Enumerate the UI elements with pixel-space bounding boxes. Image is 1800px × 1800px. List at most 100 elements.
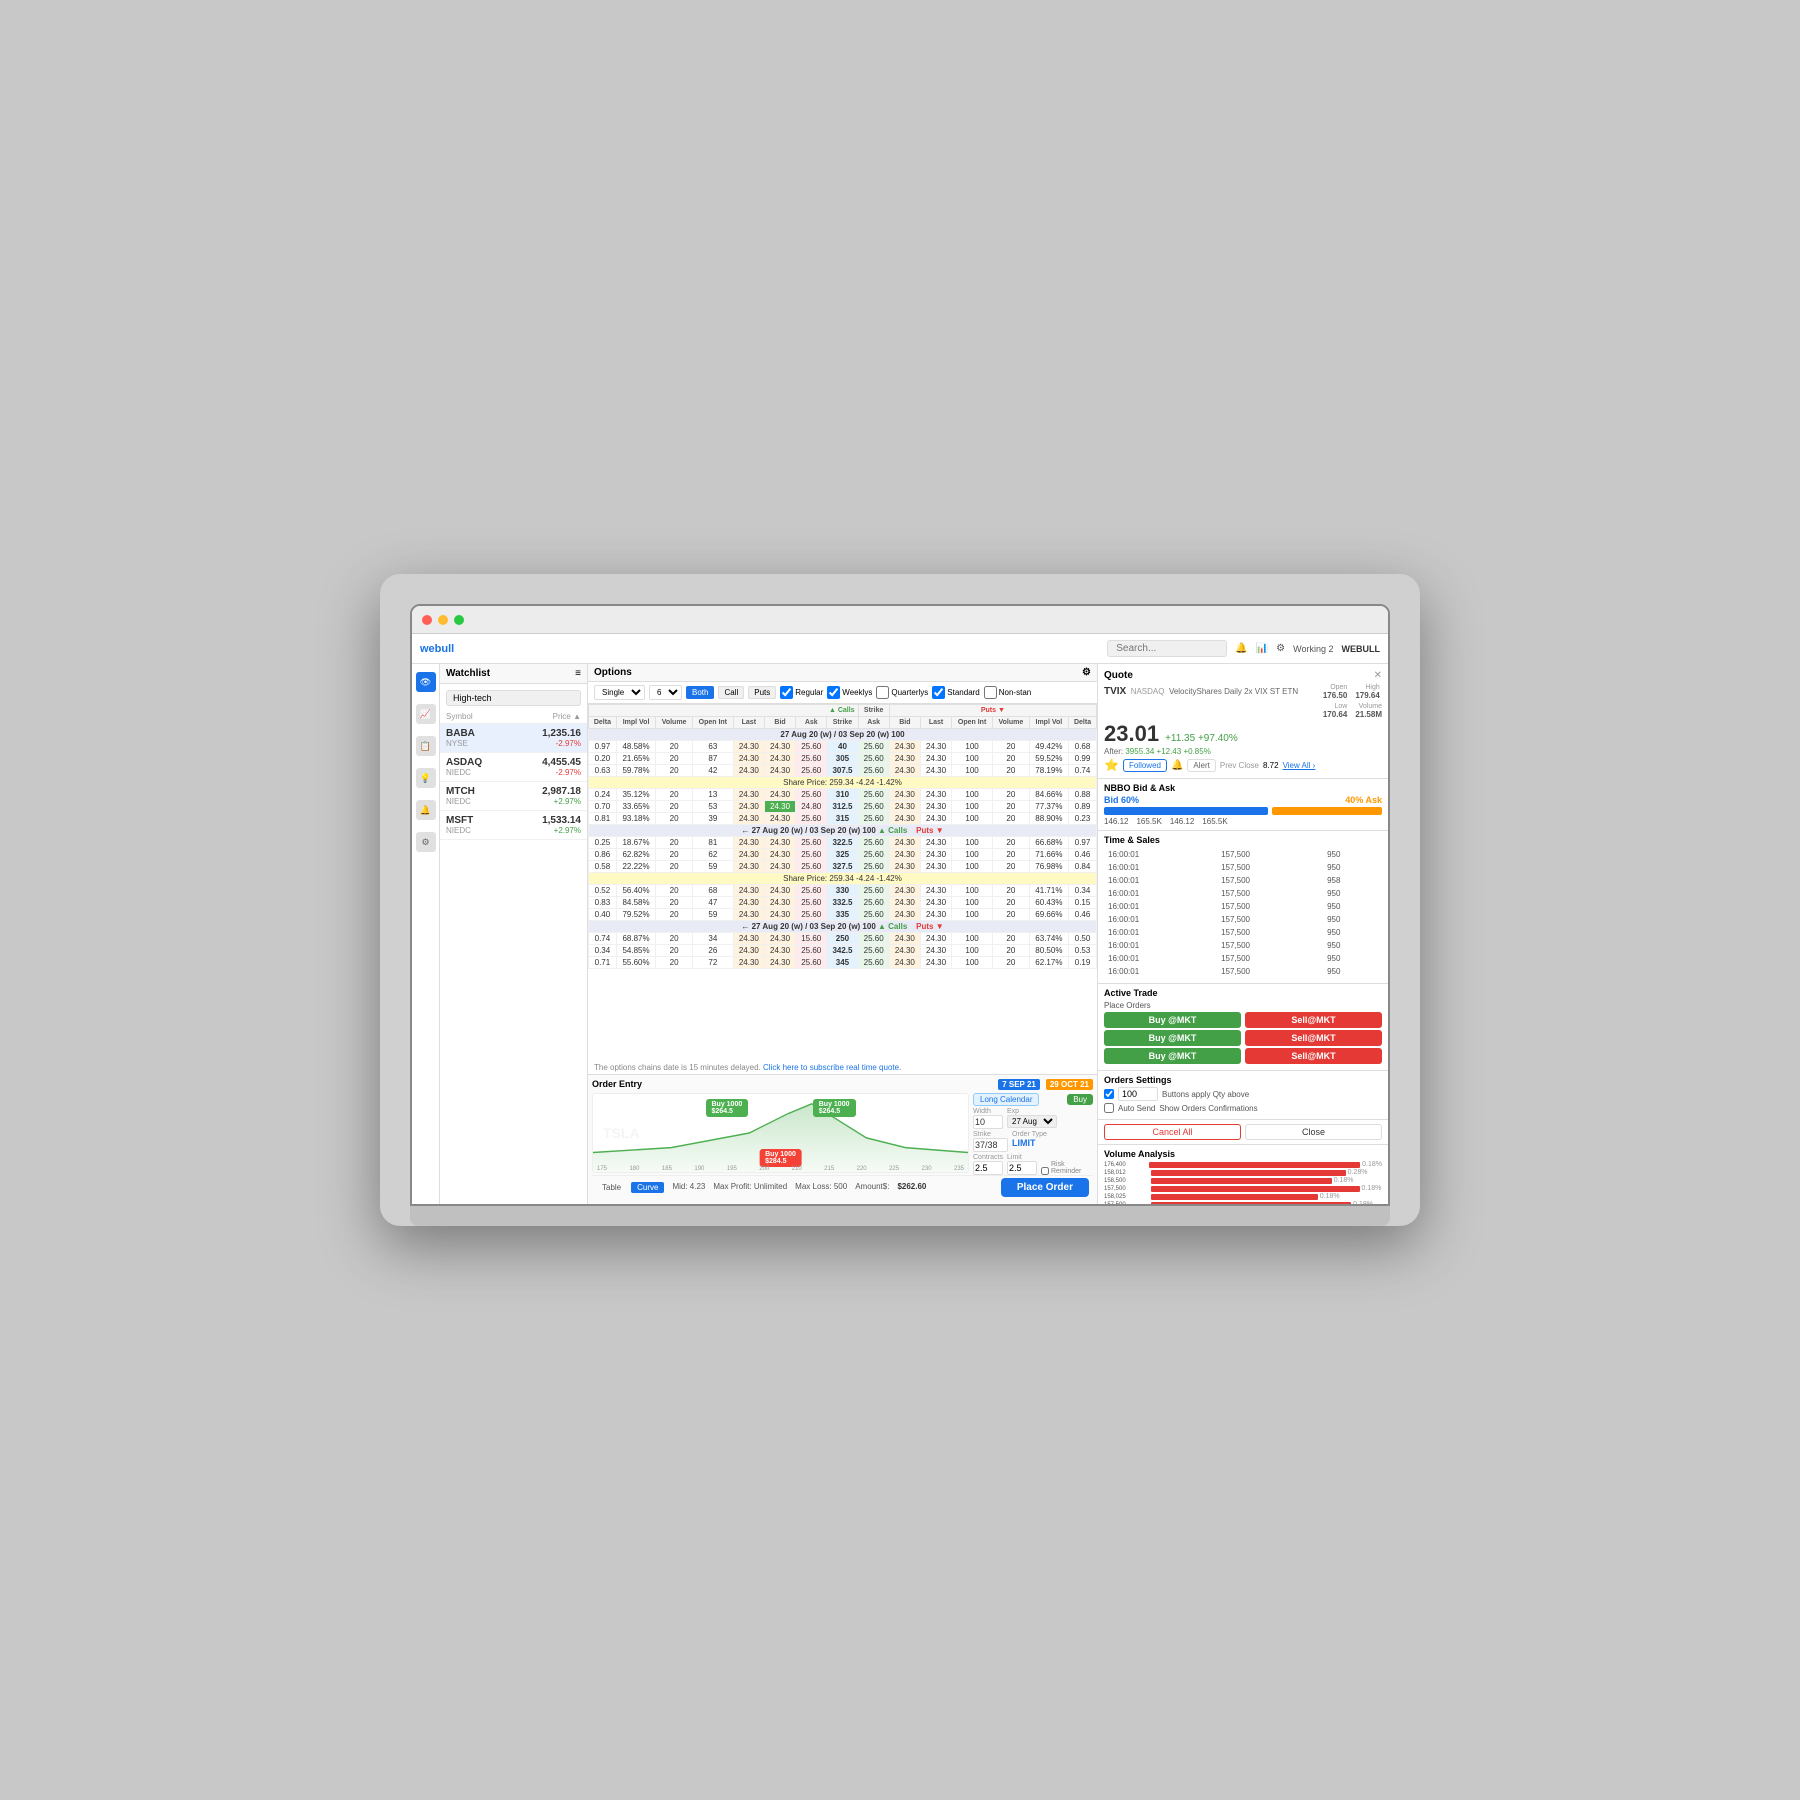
risk-reminder-checkbox[interactable] bbox=[1041, 1167, 1049, 1175]
minimize-dot[interactable] bbox=[438, 615, 448, 625]
table-row[interactable]: 0.63 59.78% 20 42 24.30 24.30 25.60 307.… bbox=[589, 765, 1097, 777]
sell-mkt-btn-3[interactable]: Sell@MKT bbox=[1245, 1048, 1382, 1064]
width-field: Width bbox=[973, 1108, 1003, 1129]
bell-icon[interactable]: 🔔 bbox=[1171, 760, 1183, 771]
view-all-link[interactable]: View All › bbox=[1283, 761, 1316, 770]
table-row[interactable]: 0.86 62.82% 20 62 24.30 24.30 25.60 325 bbox=[589, 849, 1097, 861]
watchlist-menu-icon[interactable]: ≡ bbox=[575, 668, 581, 679]
watchlist-filter-btn[interactable]: High-tech bbox=[446, 690, 581, 706]
sidebar-item-chart[interactable]: 📈 bbox=[416, 704, 436, 724]
top-bar-left: webull bbox=[420, 643, 454, 655]
maximize-dot[interactable] bbox=[454, 615, 464, 625]
cell-implvol2: 84.66% bbox=[1029, 789, 1068, 801]
buy-mkt-btn-2[interactable]: Buy @MKT bbox=[1104, 1030, 1241, 1046]
buy-btn[interactable]: Buy bbox=[1067, 1094, 1093, 1105]
tab-table[interactable]: Table bbox=[596, 1182, 627, 1193]
cell-ask: 25.60 bbox=[796, 753, 827, 765]
cell-last2: 24.30 bbox=[920, 837, 951, 849]
regular-checkbox[interactable] bbox=[780, 686, 793, 699]
star-icon[interactable]: ⭐ bbox=[1104, 758, 1119, 772]
close-btn[interactable]: Close bbox=[1245, 1124, 1382, 1140]
sell-mkt-btn-1[interactable]: Sell@MKT bbox=[1245, 1012, 1382, 1028]
tab-curve[interactable]: Curve bbox=[631, 1182, 664, 1193]
cell-delta2: 0.34 bbox=[1069, 885, 1097, 897]
table-row[interactable]: 0.34 54.85% 20 26 24.30 24.30 25.60 342.… bbox=[589, 945, 1097, 957]
quarterlys-checkbox[interactable] bbox=[876, 686, 889, 699]
table-row[interactable]: 0.70 33.65% 20 53 24.30 24.30 24.80 312.… bbox=[589, 801, 1097, 813]
cell-bid: 24.30 bbox=[764, 957, 795, 969]
hex-buy-1[interactable]: Buy 1000$264.5 bbox=[706, 1099, 749, 1117]
call-btn[interactable]: Call bbox=[718, 686, 744, 699]
table-row[interactable]: 0.40 79.52% 20 59 24.30 24.30 25.60 335 bbox=[589, 909, 1097, 921]
cell-oi: 59 bbox=[692, 909, 733, 921]
delayed-link[interactable]: Click here to subscribe real time quote. bbox=[763, 1063, 901, 1072]
alert-btn[interactable]: Alert bbox=[1187, 759, 1215, 772]
width-input[interactable] bbox=[973, 1115, 1003, 1129]
table-row[interactable]: 0.52 56.40% 20 68 24.30 24.30 25.60 330 bbox=[589, 885, 1097, 897]
notification-icon[interactable]: 🔔 bbox=[1235, 643, 1247, 654]
date-2[interactable]: 29 OCT 21 bbox=[1046, 1079, 1093, 1090]
strike-input[interactable] bbox=[973, 1138, 1008, 1152]
order-params-row: Width Exp 27 Aug bbox=[973, 1108, 1093, 1129]
follow-btn[interactable]: Followed bbox=[1123, 759, 1167, 772]
long-calendar-btn[interactable]: Long Calendar bbox=[973, 1093, 1039, 1106]
hex-buy-2[interactable]: Buy 1000$264.5 bbox=[813, 1099, 856, 1117]
watchlist-item-msft[interactable]: MSFT 1,533.14 NIEDC +2.97% bbox=[440, 811, 587, 840]
ts-time: 16:00:01 bbox=[1106, 888, 1217, 899]
puts-btn[interactable]: Puts bbox=[748, 686, 776, 699]
stock-change-msft: +2.97% bbox=[554, 826, 581, 835]
table-row[interactable]: 0.97 48.58% 20 63 24.30 24.30 25.60 40 2 bbox=[589, 741, 1097, 753]
cell-delta: 0.83 bbox=[589, 897, 617, 909]
sidebar-item-watchlist[interactable]: 👁 bbox=[416, 672, 436, 692]
cancel-all-btn[interactable]: Cancel All bbox=[1104, 1124, 1241, 1140]
qty-input[interactable] bbox=[1118, 1087, 1158, 1101]
expiry-select[interactable]: 6 bbox=[649, 685, 682, 700]
place-order-btn[interactable]: Place Order bbox=[1001, 1178, 1089, 1197]
sidebar-item-settings[interactable]: ⚙ bbox=[416, 832, 436, 852]
settings-icon[interactable]: ⚙ bbox=[1276, 643, 1285, 654]
cell-ask2: 25.60 bbox=[858, 957, 889, 969]
table-row[interactable]: 0.81 93.18% 20 39 24.30 24.30 25.60 315 bbox=[589, 813, 1097, 825]
table-row[interactable]: 0.58 22.22% 20 59 24.30 24.30 25.60 327.… bbox=[589, 861, 1097, 873]
watchlist-item-asdaq[interactable]: ASDAQ 4,455.45 NIEDC -2.97% bbox=[440, 753, 587, 782]
qty-checkbox[interactable] bbox=[1104, 1089, 1114, 1099]
table-row[interactable]: 0.24 35.12% 20 13 24.30 24.30 25.60 310 bbox=[589, 789, 1097, 801]
search-input[interactable] bbox=[1107, 640, 1227, 657]
weeklys-checkbox[interactable] bbox=[827, 686, 840, 699]
options-menu-icon[interactable]: ⚙ bbox=[1082, 667, 1091, 678]
expiry-section-1: 27 Aug 20 (w) / 03 Sep 20 (w) 100 bbox=[589, 729, 1097, 741]
sell-mkt-btn-2[interactable]: Sell@MKT bbox=[1245, 1030, 1382, 1046]
both-btn[interactable]: Both bbox=[686, 686, 714, 699]
table-row[interactable]: 0.74 68.87% 20 34 24.30 24.30 15.60 250 bbox=[589, 933, 1097, 945]
sidebar-item-alerts[interactable]: 🔔 bbox=[416, 800, 436, 820]
cell-oi: 34 bbox=[692, 933, 733, 945]
table-row[interactable]: 0.83 84.58% 20 47 24.30 24.30 25.60 332.… bbox=[589, 897, 1097, 909]
quote-close-icon[interactable]: ✕ bbox=[1374, 670, 1382, 681]
watchlist-panel: Watchlist ≡ High-tech Symbol Price ▲ bbox=[440, 664, 588, 1204]
auto-send-checkbox[interactable] bbox=[1104, 1103, 1114, 1113]
table-row[interactable]: 0.20 21.65% 20 87 24.30 24.30 25.60 305 bbox=[589, 753, 1097, 765]
date-1[interactable]: 7 SEP 21 bbox=[998, 1079, 1040, 1090]
after-hours: After: 3955.34 +12.43 +0.85% bbox=[1104, 747, 1382, 756]
account-dropdown[interactable]: WEBULL bbox=[1342, 644, 1381, 654]
limit-input[interactable] bbox=[1007, 1161, 1037, 1175]
hex-buy-3[interactable]: Buy 1000$284.5 bbox=[759, 1149, 802, 1167]
buy-mkt-btn-3[interactable]: Buy @MKT bbox=[1104, 1048, 1241, 1064]
watchlist-item-baba[interactable]: BABA 1,235.16 NYSE -2.97% bbox=[440, 724, 587, 753]
buy-mkt-btn-1[interactable]: Buy @MKT bbox=[1104, 1012, 1241, 1028]
exp-select[interactable]: 27 Aug bbox=[1007, 1115, 1057, 1128]
nonstan-checkbox[interactable] bbox=[984, 686, 997, 699]
table-row[interactable]: 0.25 18.67% 20 81 24.30 24.30 25.60 322.… bbox=[589, 837, 1097, 849]
close-dot[interactable] bbox=[422, 615, 432, 625]
contracts-input[interactable] bbox=[973, 1161, 1003, 1175]
table-row[interactable]: 0.71 55.60% 20 72 24.30 24.30 25.60 345 bbox=[589, 957, 1097, 969]
chart-icon[interactable]: 📊 bbox=[1256, 643, 1268, 654]
cell-delta2: 0.46 bbox=[1069, 849, 1097, 861]
ts-time: 16:00:01 bbox=[1106, 862, 1217, 873]
standard-checkbox[interactable] bbox=[932, 686, 945, 699]
sidebar-item-orders[interactable]: 📋 bbox=[416, 736, 436, 756]
quote-ticker: TVIX NASDAQ VelocityShares Daily 2x VIX … bbox=[1104, 681, 1382, 719]
sidebar-item-ideas[interactable]: 💡 bbox=[416, 768, 436, 788]
watchlist-item-mtch[interactable]: MTCH 2,987.18 NIEDC +2.97% bbox=[440, 782, 587, 811]
type-select[interactable]: Single bbox=[594, 685, 645, 700]
